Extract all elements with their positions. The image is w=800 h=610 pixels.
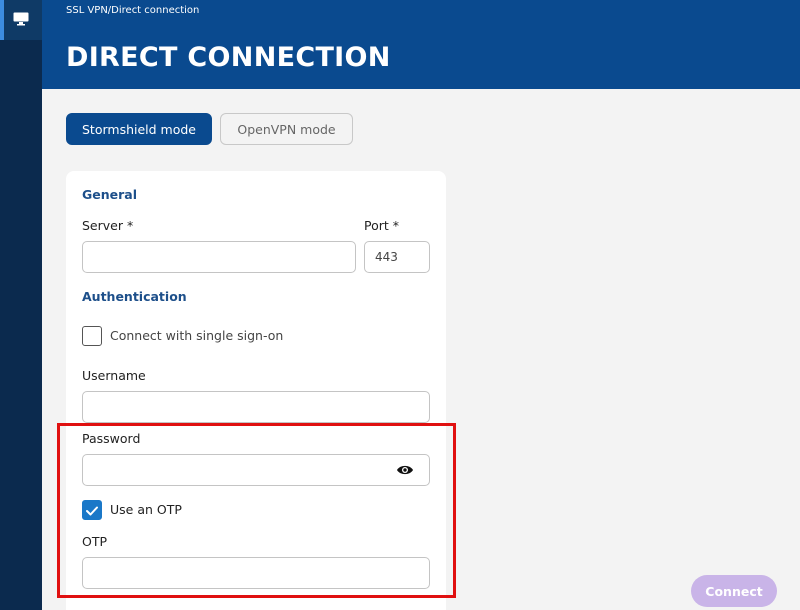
password-label: Password [82,431,141,446]
port-input[interactable] [364,241,430,273]
otp-label: OTP [82,534,108,549]
stormshield-mode-button[interactable]: Stormshield mode [66,113,212,145]
use-otp-label: Use an OTP [110,502,182,517]
sso-checkbox[interactable] [82,326,102,346]
server-label: Server * [82,218,134,233]
sidebar [0,0,42,610]
otp-input[interactable] [82,557,430,589]
use-otp-checkbox[interactable] [82,500,102,520]
sso-label: Connect with single sign-on [110,328,284,343]
username-label: Username [82,368,146,383]
page-title: DIRECT CONNECTION [66,42,391,73]
sidebar-item-vpn[interactable] [0,0,42,40]
password-input[interactable] [82,454,430,486]
page-header: SSL VPN/Direct connection DIRECT CONNECT… [42,0,800,89]
general-section-title: General [82,187,137,202]
server-input[interactable] [82,241,356,273]
port-label: Port * [364,218,400,233]
monitor-icon [13,11,29,30]
breadcrumb: SSL VPN/Direct connection [66,5,200,16]
checkmark-icon [86,501,98,520]
authentication-section-title: Authentication [82,289,187,304]
openvpn-mode-button[interactable]: OpenVPN mode [220,113,353,145]
eye-icon[interactable] [396,463,414,477]
username-input[interactable] [82,391,430,423]
connect-button[interactable]: Connect [691,575,777,607]
